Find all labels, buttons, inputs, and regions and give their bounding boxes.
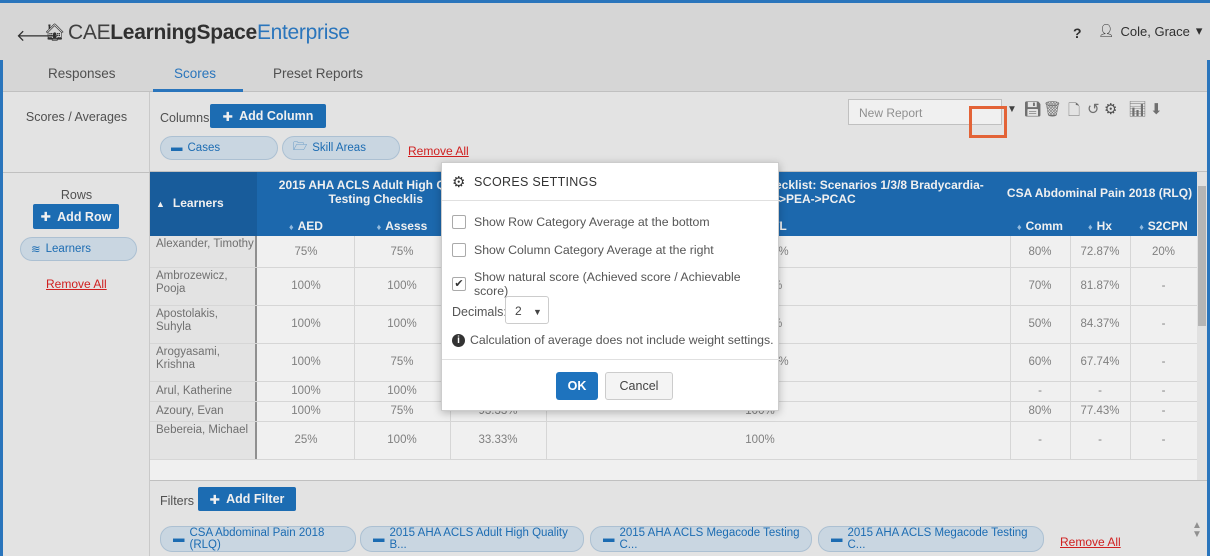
ok-button[interactable]: OK	[556, 372, 598, 400]
column-average-label: Show Column Category Average at the righ…	[474, 243, 714, 257]
row-average-checkbox[interactable]	[452, 215, 466, 229]
info-icon: i	[452, 333, 465, 347]
column-average-checkbox[interactable]	[452, 243, 466, 257]
chevron-down-icon: ▼	[533, 307, 542, 317]
decimals-select[interactable]: 2 ▼	[505, 296, 549, 324]
gear-icon: ⚙	[452, 174, 466, 191]
row-average-label: Show Row Category Average at the bottom	[474, 215, 710, 229]
decimals-label: Decimals:	[452, 305, 507, 319]
natural-score-checkbox[interactable]: ✔	[452, 277, 466, 291]
natural-score-option[interactable]: ✔ Show natural score (Achieved score / A…	[452, 270, 778, 298]
natural-score-label: Show natural score (Achieved score / Ach…	[474, 270, 741, 298]
decimals-value: 2	[515, 304, 522, 318]
row-average-option[interactable]: Show Row Category Average at the bottom	[452, 215, 710, 229]
weight-info: i Calculation of average does not includ…	[452, 333, 774, 347]
scores-settings-dialog: ⚙ SCORES SETTINGS Show Row Category Aver…	[441, 162, 780, 411]
weight-info-text: Calculation of average does not include …	[470, 333, 774, 347]
cancel-button[interactable]: Cancel	[605, 372, 673, 400]
column-average-option[interactable]: Show Column Category Average at the righ…	[452, 243, 714, 257]
dialog-header: ⚙ SCORES SETTINGS	[442, 163, 780, 201]
dialog-title: SCORES SETTINGS	[474, 175, 598, 189]
dialog-footer-divider	[442, 359, 780, 360]
